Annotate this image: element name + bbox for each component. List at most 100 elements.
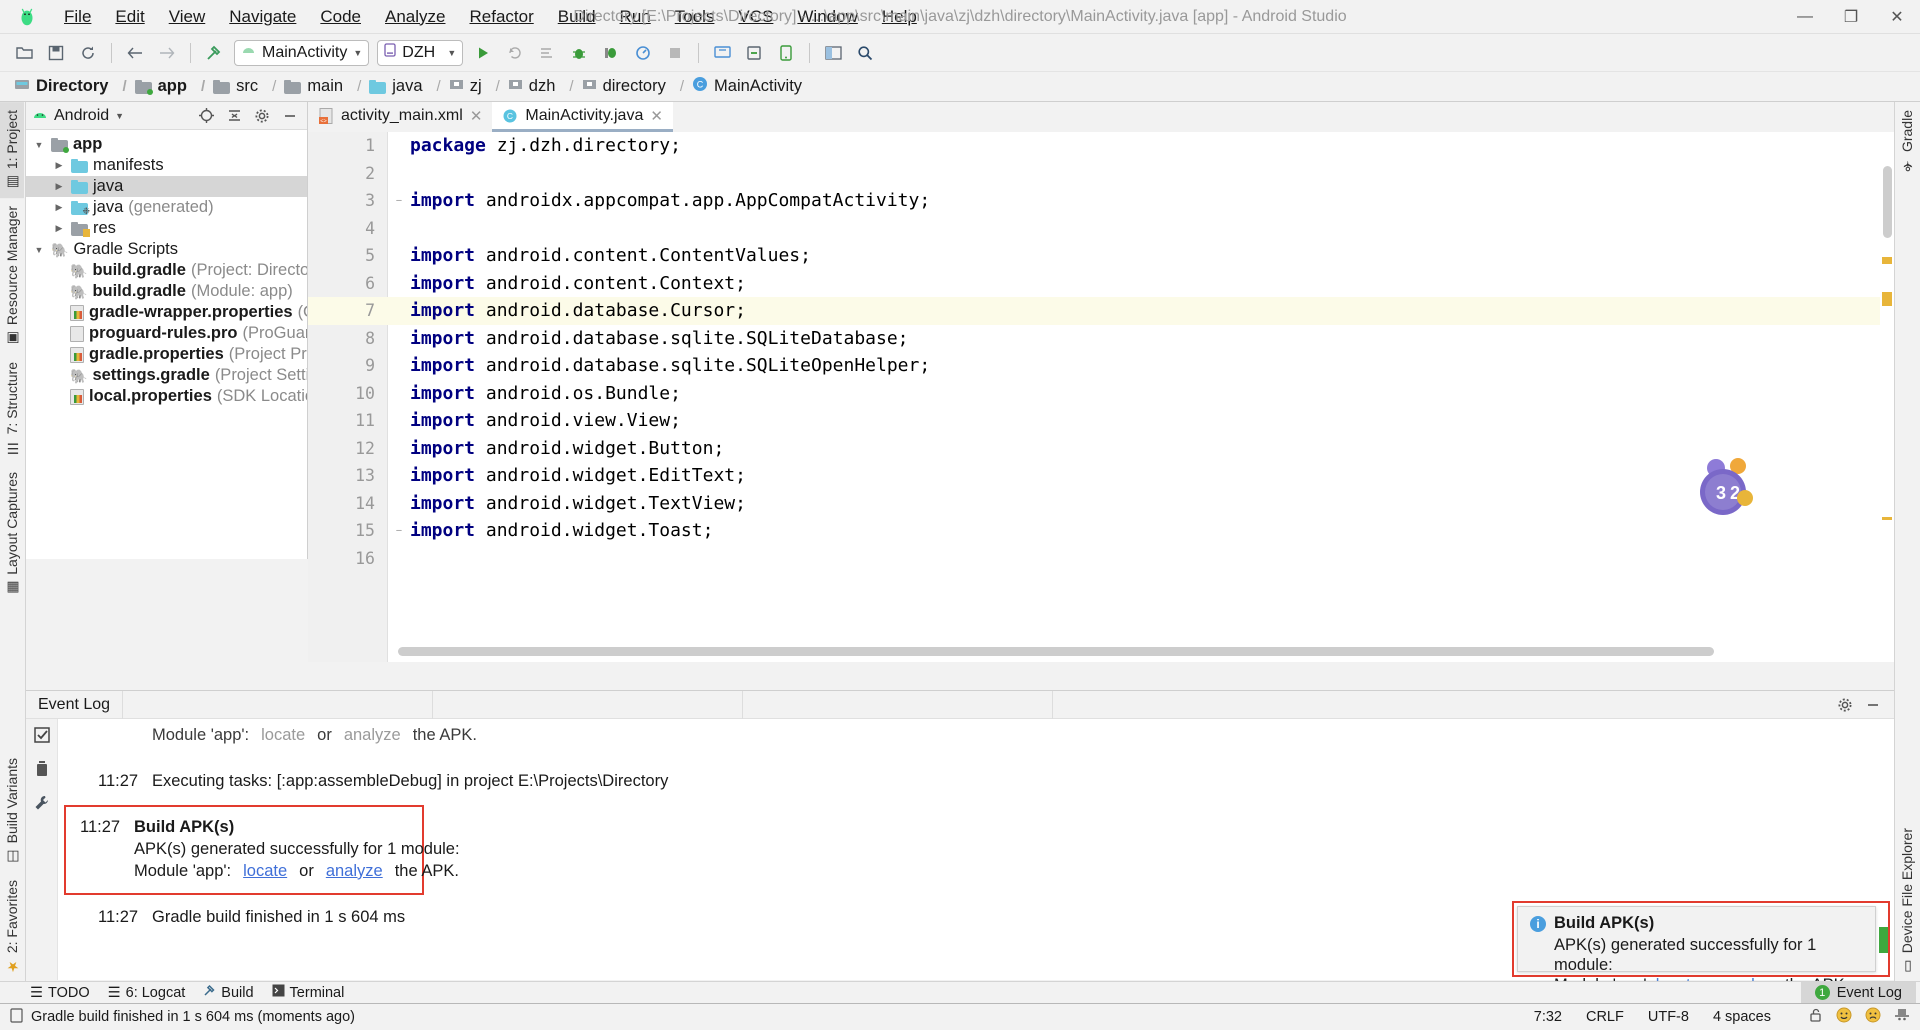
code-line-current[interactable]: 7 import android.database.Cursor;	[308, 297, 1894, 325]
rerun-icon[interactable]	[500, 38, 530, 68]
open-folder-icon[interactable]	[9, 38, 39, 68]
code-line[interactable]: 1 package zj.dzh.directory;	[308, 132, 1894, 160]
lock-open-icon[interactable]	[1809, 1008, 1823, 1027]
breadcrumb-item-dzh[interactable]: dzh /	[508, 77, 582, 96]
sidebar-item-device-file-explorer[interactable]: ▯ Device File Explorer	[1895, 820, 1919, 982]
tree-item-app[interactable]: ▼ app	[26, 134, 307, 155]
tree-item-java-generated[interactable]: ▶ ❉ java (generated)	[26, 197, 307, 218]
menu-code[interactable]: Code	[308, 3, 373, 31]
run-icon[interactable]	[468, 38, 498, 68]
code-line[interactable]: 5 import android.content.ContentValues;	[308, 242, 1894, 270]
bottom-tab-terminal[interactable]: Terminal	[272, 984, 344, 1001]
project-view-chevron-down-icon[interactable]: ▼	[115, 111, 124, 121]
delete-icon[interactable]	[32, 759, 52, 779]
code-line[interactable]: 3 − import androidx.appcompat.app.AppCom…	[308, 187, 1894, 215]
sync-project-icon[interactable]	[73, 38, 103, 68]
hide-panel-icon-eventlog[interactable]	[1862, 694, 1884, 716]
code-line[interactable]: 16	[308, 545, 1894, 573]
locate-link-partial[interactable]: locate	[261, 723, 305, 747]
expand-arrow-icon-res[interactable]: ▶	[52, 223, 66, 234]
menu-file[interactable]: File	[52, 3, 103, 31]
sidebar-item-favorites[interactable]: ★ 2: Favorites	[0, 872, 24, 982]
inspector-hat-icon[interactable]	[1894, 1007, 1910, 1027]
breadcrumb-item-src[interactable]: src /	[213, 77, 284, 96]
close-icon-mainactivity[interactable]: ✕	[650, 107, 663, 125]
code-line[interactable]: 4	[308, 215, 1894, 243]
expand-arrow-icon-java-gen[interactable]: ▶	[52, 202, 66, 213]
tree-item-gradle-properties[interactable]: gradle.properties (Project Properties)	[26, 344, 307, 365]
collapse-all-icon[interactable]	[223, 105, 245, 127]
close-button[interactable]: ✕	[1874, 0, 1920, 34]
breadcrumb-item-main[interactable]: main /	[284, 77, 369, 96]
tree-item-settings-gradle[interactable]: 🐘 settings.gradle (Project Settings)	[26, 365, 307, 386]
sidebar-item-gradle[interactable]: ⚘ Gradle	[1895, 102, 1919, 181]
tree-item-manifests[interactable]: ▶ manifests	[26, 155, 307, 176]
sidebar-item-resource-manager[interactable]: ▣ Resource Manager	[0, 198, 24, 354]
menu-vcs[interactable]: VCS	[726, 3, 785, 31]
code-line[interactable]: 9 import android.database.sqlite.SQLiteO…	[308, 352, 1894, 380]
fold-marker-icon[interactable]: −	[388, 525, 410, 537]
window-controls[interactable]: — ❐ ✕	[1782, 0, 1920, 34]
sidebar-item-build-variants[interactable]: ◫ Build Variants	[0, 750, 24, 872]
stop-icon[interactable]	[660, 38, 690, 68]
minimize-button[interactable]: —	[1782, 0, 1828, 34]
save-all-icon[interactable]	[41, 38, 71, 68]
expand-arrow-icon-gradle[interactable]: ▼	[32, 245, 46, 255]
profiler-icon[interactable]	[628, 38, 658, 68]
close-icon-activity-main[interactable]: ✕	[470, 107, 483, 125]
forward-icon[interactable]	[152, 38, 182, 68]
code-line[interactable]: 10 import android.os.Bundle;	[308, 380, 1894, 408]
maximize-button[interactable]: ❐	[1828, 0, 1874, 34]
code-line[interactable]: 15 − import android.widget.Toast;	[308, 517, 1894, 545]
analyze-link-partial[interactable]: analyze	[344, 723, 401, 747]
tab-activity-main-xml[interactable]: <> activity_main.xml ✕	[308, 102, 492, 132]
menu-edit[interactable]: Edit	[103, 3, 156, 31]
sidebar-item-structure[interactable]: ☰ 7: Structure	[0, 354, 24, 463]
chevron-down-icon[interactable]: ▼	[353, 48, 362, 58]
breadcrumb-item-directory-pkg[interactable]: directory /	[582, 77, 692, 96]
settings-gear-icon[interactable]	[251, 105, 273, 127]
sdk-manager-icon[interactable]	[739, 38, 769, 68]
sidebar-item-layout-captures[interactable]: ▦ Layout Captures	[0, 464, 24, 604]
breadcrumb-item-zj[interactable]: zj /	[449, 77, 508, 96]
debug-icon[interactable]	[564, 38, 594, 68]
mark-all-read-icon[interactable]	[32, 725, 52, 745]
chevron-down-icon-device[interactable]: ▼	[447, 48, 456, 58]
code-line[interactable]: 6 import android.content.Context;	[308, 270, 1894, 298]
menu-navigate[interactable]: Navigate	[217, 3, 308, 31]
tree-item-res[interactable]: ▶ res	[26, 218, 307, 239]
menu-tools[interactable]: Tools	[663, 3, 727, 31]
tree-item-gradle-scripts[interactable]: ▼ 🐘 Gradle Scripts	[26, 239, 307, 260]
analyze-link[interactable]: analyze	[326, 860, 383, 882]
code-editor[interactable]: 1 package zj.dzh.directory; 2 3 − import…	[308, 132, 1894, 662]
device-selector[interactable]: DZH ▼	[377, 39, 464, 66]
tree-item-local-properties[interactable]: local.properties (SDK Location)	[26, 386, 307, 407]
encoding-indicator[interactable]: UTF-8	[1648, 1009, 1689, 1025]
code-line[interactable]: 13 import android.widget.EditText;	[308, 462, 1894, 490]
bottom-tab-todo[interactable]: ☰ TODO	[30, 985, 90, 1001]
editor-vertical-scrollbar[interactable]	[1880, 162, 1894, 662]
menu-view[interactable]: View	[157, 3, 218, 31]
expand-arrow-icon[interactable]: ▼	[32, 140, 46, 150]
breadcrumb-item-mainactivity[interactable]: C MainActivity	[692, 76, 802, 97]
tree-item-build-gradle-project[interactable]: 🐘 build.gradle (Project: Directory)	[26, 260, 307, 281]
locate-icon[interactable]	[195, 105, 217, 127]
tree-item-java[interactable]: ▶ java	[26, 176, 307, 197]
code-line[interactable]: 11 import android.view.View;	[308, 407, 1894, 435]
project-tree[interactable]: ▼ app ▶ manifests ▶ java ▶ ❉ java (gener…	[26, 130, 307, 559]
menu-analyze[interactable]: Analyze	[373, 3, 457, 31]
expand-arrow-icon-manifests[interactable]: ▶	[52, 160, 66, 171]
fold-marker-icon[interactable]: −	[388, 195, 410, 207]
menu-run[interactable]: Run	[608, 3, 663, 31]
build-apk-notification[interactable]: i Build APK(s) APK(s) generated successf…	[1517, 906, 1876, 994]
scrollbar-thumb[interactable]	[1883, 166, 1892, 238]
code-line[interactable]: 14 import android.widget.TextView;	[308, 490, 1894, 518]
layout-inspector-icon[interactable]	[818, 38, 848, 68]
menu-help[interactable]: Help	[870, 3, 929, 31]
menu-bar[interactable]: File Edit View Navigate Code Analyze Ref…	[52, 3, 929, 31]
sad-face-icon[interactable]	[1865, 1007, 1881, 1027]
breadcrumb-item-java[interactable]: java /	[369, 77, 448, 96]
locate-link[interactable]: locate	[243, 860, 287, 882]
tab-mainactivity-java[interactable]: C MainActivity.java ✕	[492, 102, 673, 132]
menu-window[interactable]: Window	[785, 3, 869, 31]
